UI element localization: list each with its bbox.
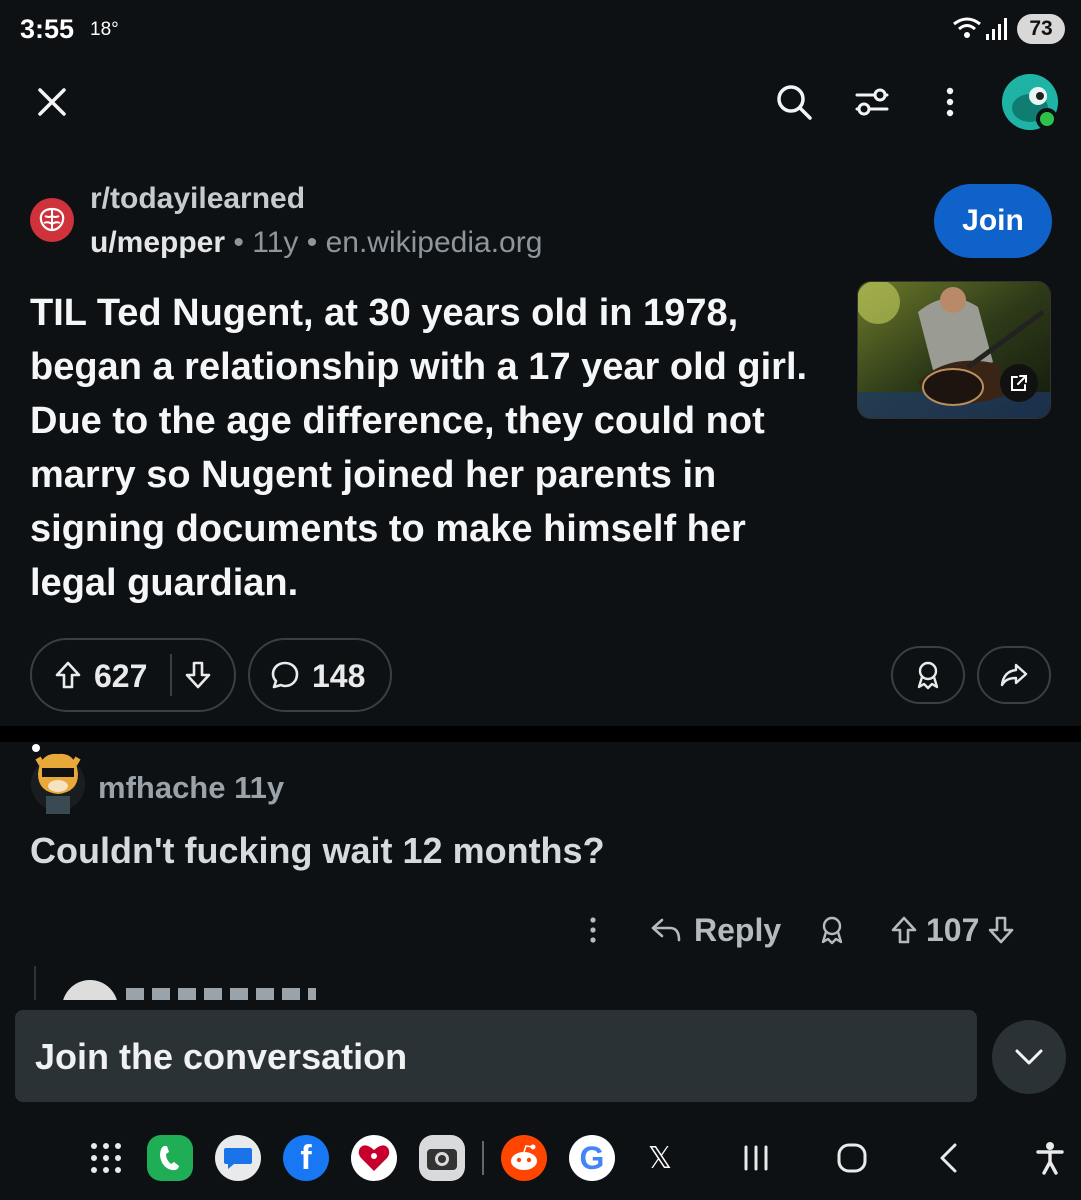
reply-icon bbox=[651, 918, 681, 942]
battery-indicator: 73 bbox=[1017, 14, 1065, 44]
post-vote-bar: 627 bbox=[30, 638, 236, 712]
comments-button[interactable]: 148 bbox=[248, 638, 392, 712]
upvote-icon[interactable] bbox=[54, 660, 82, 695]
recent-apps-icon[interactable] bbox=[732, 1134, 780, 1182]
reply-button[interactable]: Reply bbox=[650, 908, 781, 952]
online-status-dot bbox=[1036, 108, 1058, 130]
vote-separator bbox=[170, 654, 172, 696]
status-temperature: 18° bbox=[90, 19, 119, 40]
more-vertical-icon[interactable] bbox=[926, 76, 974, 128]
facebook-app-icon[interactable]: f bbox=[282, 1134, 330, 1182]
reply-avatar bbox=[62, 980, 118, 1000]
back-icon[interactable] bbox=[924, 1134, 972, 1182]
downvote-icon[interactable] bbox=[184, 660, 212, 695]
app-drawer-icon[interactable] bbox=[82, 1134, 130, 1182]
comment-count: 148 bbox=[312, 658, 366, 694]
system-taskbar: f G 𝕏 bbox=[0, 1110, 1081, 1200]
reply-preview bbox=[126, 988, 316, 1000]
reply-label: Reply bbox=[694, 911, 782, 948]
signal-icon bbox=[986, 18, 1010, 45]
comment-icon bbox=[270, 660, 300, 695]
section-divider bbox=[0, 726, 1081, 742]
comment-body: Couldn't fucking wait 12 months? bbox=[30, 830, 605, 871]
post-author[interactable]: u/mepper bbox=[90, 226, 225, 259]
collapse-button[interactable] bbox=[992, 1020, 1066, 1094]
meta-separator: • bbox=[233, 226, 244, 259]
taskbar-divider bbox=[478, 1134, 488, 1182]
chevron-down-icon bbox=[1015, 1049, 1043, 1065]
reddit-app-icon[interactable] bbox=[500, 1134, 548, 1182]
post-age: 11y bbox=[252, 226, 299, 259]
comment-more-icon[interactable] bbox=[580, 910, 606, 950]
thread-line[interactable] bbox=[34, 966, 36, 1000]
post-thumbnail[interactable] bbox=[857, 281, 1051, 419]
comment-vote-count: 107 bbox=[926, 911, 980, 948]
comment-award-icon[interactable] bbox=[812, 910, 852, 950]
google-app-icon[interactable]: G bbox=[568, 1134, 616, 1182]
award-icon bbox=[917, 661, 939, 690]
search-icon[interactable] bbox=[768, 76, 820, 128]
meta-separator: • bbox=[306, 226, 318, 259]
join-conversation-input[interactable]: Join the conversation bbox=[15, 1010, 977, 1102]
x-app-icon[interactable]: 𝕏 bbox=[636, 1134, 684, 1182]
subreddit-icon[interactable] bbox=[30, 198, 74, 242]
post-title[interactable]: TIL Ted Nugent, at 30 years old in 1978,… bbox=[30, 286, 820, 610]
award-button[interactable] bbox=[891, 646, 965, 704]
comment-author-name[interactable]: mfhache bbox=[98, 770, 225, 805]
comment-age: 11y bbox=[234, 770, 285, 805]
comment-author[interactable]: mfhache 11y bbox=[98, 770, 284, 806]
filter-icon[interactable] bbox=[846, 76, 898, 128]
comment-author-avatar[interactable] bbox=[30, 744, 86, 814]
share-button[interactable] bbox=[977, 646, 1051, 704]
subreddit-name[interactable]: r/todayilearned bbox=[90, 182, 305, 216]
phone-app-icon[interactable] bbox=[146, 1134, 194, 1182]
external-link-icon bbox=[1000, 364, 1038, 402]
home-icon[interactable] bbox=[828, 1134, 876, 1182]
comment-vote-bar: 107 bbox=[890, 908, 1015, 952]
post-vote-count: 627 bbox=[94, 658, 148, 694]
iheartradio-app-icon[interactable] bbox=[350, 1134, 398, 1182]
share-icon bbox=[1000, 663, 1028, 687]
comment-upvote-icon[interactable] bbox=[890, 915, 918, 945]
composer-placeholder: Join the conversation bbox=[35, 1036, 408, 1077]
status-bar: 3:55 18° 73 bbox=[0, 0, 1081, 58]
camera-app-icon[interactable] bbox=[418, 1134, 466, 1182]
status-time: 3:55 bbox=[20, 14, 75, 44]
close-icon[interactable] bbox=[26, 76, 78, 128]
comment-downvote-icon[interactable] bbox=[987, 915, 1015, 945]
top-bar bbox=[0, 70, 1081, 134]
post-meta: u/mepper • 11y • en.wikipedia.org bbox=[90, 226, 542, 260]
wifi-icon bbox=[952, 16, 982, 45]
post-domain[interactable]: en.wikipedia.org bbox=[326, 226, 543, 259]
accessibility-icon[interactable] bbox=[1026, 1134, 1074, 1182]
join-button[interactable]: Join bbox=[934, 184, 1052, 258]
messages-app-icon[interactable] bbox=[214, 1134, 262, 1182]
